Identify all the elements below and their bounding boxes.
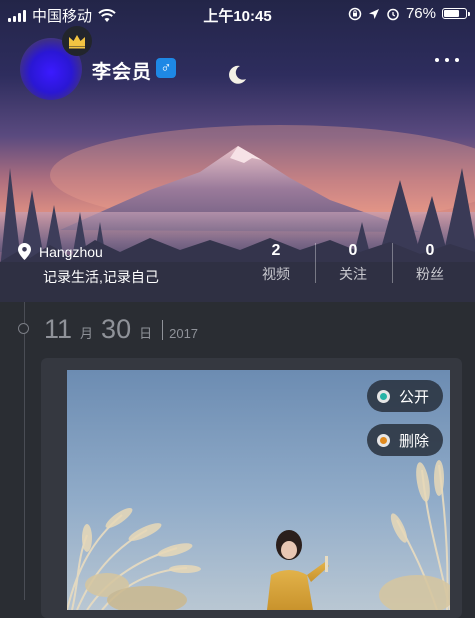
more-dot-icon	[455, 58, 459, 62]
date-day: 11	[44, 314, 73, 344]
stat-following-count: 0	[348, 242, 358, 259]
more-options-button[interactable]	[435, 58, 459, 62]
location: Hangzhou	[18, 243, 103, 260]
stat-followers-count: 0	[425, 242, 435, 259]
gender-male-badge: ♂	[156, 58, 176, 78]
more-dot-icon	[445, 58, 449, 62]
location-arrow-icon	[368, 8, 379, 19]
alarm-icon	[387, 8, 399, 20]
date-year: 2017	[169, 326, 199, 341]
bio-text: 记录生活,记录自己	[43, 269, 159, 285]
public-status-dot-icon	[377, 389, 390, 403]
location-text: Hangzhou	[39, 243, 103, 260]
delete-button[interactable]: 删除	[367, 424, 444, 456]
date-separator	[162, 319, 164, 340]
battery-icon	[442, 8, 470, 19]
post-date: 11 月 30 日 2017	[44, 314, 198, 345]
stat-followers-label: 粉丝	[416, 266, 444, 282]
stat-videos[interactable]: 2 视频	[246, 242, 306, 284]
moon-icon	[229, 65, 246, 84]
timeline-dot	[18, 323, 29, 334]
stat-videos-count: 2	[271, 242, 281, 259]
profile-header-banner: 中国移动 上午10:45 76% 李会员 ♂ Hangzhou 记录生活,记录自…	[0, 0, 475, 302]
stat-following-label: 关注	[339, 266, 367, 282]
stat-videos-label: 视频	[262, 266, 290, 282]
username: 李会员	[92, 62, 153, 83]
date-month-unit: 月	[80, 326, 94, 341]
date-day-unit: 日	[139, 326, 153, 341]
status-bar-right: 76%	[348, 5, 470, 22]
battery-fill	[444, 10, 459, 17]
date-month: 30	[101, 314, 132, 344]
status-bar: 中国移动 上午10:45 76%	[0, 0, 475, 28]
battery-percent: 76%	[405, 5, 436, 22]
location-pin-icon	[18, 243, 31, 260]
visibility-public-button[interactable]: 公开	[367, 380, 444, 412]
stat-divider	[392, 243, 393, 283]
vip-crown-badge	[62, 26, 92, 56]
stat-followers[interactable]: 0 粉丝	[400, 242, 460, 284]
more-dot-icon	[435, 58, 439, 62]
timeline-line	[24, 302, 25, 600]
delete-label: 删除	[399, 432, 430, 450]
crown-icon	[69, 35, 85, 49]
stat-following[interactable]: 0 关注	[323, 242, 383, 284]
lock-rotation-icon	[348, 7, 362, 20]
visibility-public-label: 公开	[399, 388, 430, 406]
delete-dot-icon	[377, 433, 390, 447]
stat-divider	[315, 243, 316, 283]
